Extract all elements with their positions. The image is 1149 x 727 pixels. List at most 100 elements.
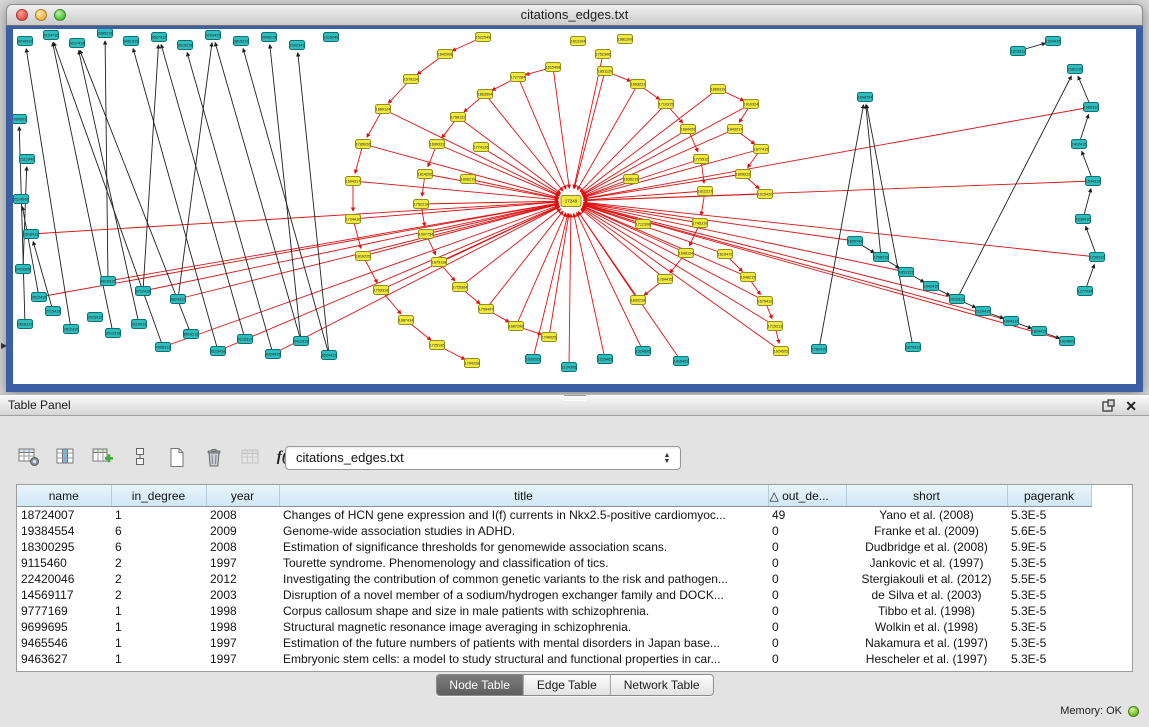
table-row[interactable]: 946362711997Embryonic stem cells: a mode… xyxy=(17,651,1091,667)
cell-in_degree[interactable]: 1 xyxy=(111,651,206,667)
import-table-button[interactable] xyxy=(88,442,118,472)
graph-edge[interactable] xyxy=(553,67,569,188)
table-row[interactable]: 946554611997Estimation of the future num… xyxy=(17,635,1091,651)
cell-in_degree[interactable]: 1 xyxy=(111,507,206,524)
table-row[interactable]: 977716911998Corpus callosum shape and si… xyxy=(17,603,1091,619)
cell-year[interactable]: 1997 xyxy=(206,635,279,651)
graph-edge[interactable] xyxy=(54,43,163,347)
cell-out_degree[interactable]: 0 xyxy=(768,635,846,651)
graph-edge[interactable] xyxy=(163,205,559,347)
graph-edge[interactable] xyxy=(460,209,561,287)
cell-short[interactable]: Stergiakouli et al. (2012) xyxy=(846,571,1007,587)
cell-name[interactable]: 18724007 xyxy=(17,507,111,524)
table-row[interactable]: 1830029562008Estimation of significance … xyxy=(17,539,1091,555)
column-header-pagerank[interactable]: pagerank xyxy=(1007,485,1091,507)
graph-edge[interactable] xyxy=(105,41,108,281)
graph-edge[interactable] xyxy=(582,129,688,194)
cell-pagerank[interactable]: 5.3E-5 xyxy=(1007,555,1091,571)
graph-edge[interactable] xyxy=(583,207,765,301)
cell-title[interactable]: Embryonic stem cells: a model to study s… xyxy=(279,651,768,667)
collapse-panel-arrow-icon[interactable]: ▶ xyxy=(1,341,7,350)
graph-edge[interactable] xyxy=(486,211,563,309)
cell-pagerank[interactable]: 5.5E-5 xyxy=(1007,571,1091,587)
cell-short[interactable]: Yano et al. (2008) xyxy=(846,507,1007,524)
rename-table-button[interactable] xyxy=(236,442,266,472)
graph-edge[interactable] xyxy=(577,84,638,190)
row-merge-button[interactable] xyxy=(125,442,155,472)
cell-year[interactable]: 2009 xyxy=(206,523,279,539)
cell-name[interactable]: 9699695 xyxy=(17,619,111,635)
cell-title[interactable]: Estimation of the future numbers of pati… xyxy=(279,635,768,651)
new-table-button[interactable] xyxy=(14,442,44,472)
graph-edge[interactable] xyxy=(819,105,864,349)
graph-edge[interactable] xyxy=(187,53,273,354)
delete-table-button[interactable] xyxy=(199,442,229,472)
graph-edge[interactable] xyxy=(584,203,855,241)
cell-name[interactable]: 18300295 xyxy=(17,539,111,555)
graph-edge[interactable] xyxy=(866,105,881,257)
tab-network-table[interactable]: Network Table xyxy=(611,675,713,695)
cell-out_degree[interactable]: 0 xyxy=(768,603,846,619)
cell-title[interactable]: Genome-wide association studies in ADHD. xyxy=(279,523,768,539)
cell-title[interactable]: Disruption of a novel member of a sodium… xyxy=(279,587,768,603)
graph-edge[interactable] xyxy=(26,49,71,329)
cell-out_degree[interactable]: 0 xyxy=(768,555,846,571)
cell-name[interactable]: 9115460 xyxy=(17,555,111,571)
combo-stepper-icon[interactable]: ▲▼ xyxy=(660,450,674,467)
cell-pagerank[interactable]: 5.3E-5 xyxy=(1007,619,1091,635)
cell-out_degree[interactable]: 49 xyxy=(768,507,846,524)
cell-name[interactable]: 19384554 xyxy=(17,523,111,539)
cell-in_degree[interactable]: 1 xyxy=(111,603,206,619)
graph-edge[interactable] xyxy=(569,214,571,367)
cell-name[interactable]: 14569117 xyxy=(17,587,111,603)
graph-edge[interactable] xyxy=(581,209,665,279)
cell-year[interactable]: 1997 xyxy=(206,651,279,667)
column-header-short[interactable]: short xyxy=(846,485,1007,507)
cell-title[interactable]: Investigating the contribution of common… xyxy=(279,571,768,587)
cell-pagerank[interactable]: 5.3E-5 xyxy=(1007,635,1091,651)
cell-short[interactable]: Tibbo et al. (1998) xyxy=(846,603,1007,619)
cell-title[interactable]: Changes of HCN gene expression and I(f) … xyxy=(279,507,768,524)
cell-short[interactable]: Hescheler et al. (1997) xyxy=(846,651,1007,667)
column-header-year[interactable]: year xyxy=(206,485,279,507)
attribute-table[interactable]: namein_degreeyeartitle△ out_de...shortpa… xyxy=(16,484,1133,672)
graph-edge[interactable] xyxy=(215,43,301,341)
network-canvas[interactable]: 1724916154081727284186350417581221690331… xyxy=(13,29,1136,384)
cell-name[interactable]: 9777169 xyxy=(17,603,111,619)
new-file-button[interactable] xyxy=(162,442,192,472)
cell-pagerank[interactable]: 5.3E-5 xyxy=(1007,587,1091,603)
column-header-in_degree[interactable]: in_degree xyxy=(111,485,206,507)
graph-edge[interactable] xyxy=(867,105,913,347)
column-header-out_degree[interactable]: △ out_de... xyxy=(768,485,846,507)
cell-short[interactable]: Wolkin et al. (1998) xyxy=(846,619,1007,635)
cell-short[interactable]: Dudbridge et al. (2008) xyxy=(846,539,1007,555)
cell-title[interactable]: Estimation of significance thresholds fo… xyxy=(279,539,768,555)
cell-year[interactable]: 2012 xyxy=(206,571,279,587)
cell-name[interactable]: 22420046 xyxy=(17,571,111,587)
table-row[interactable]: 1456911722003Disruption of a novel membe… xyxy=(17,587,1091,603)
cell-in_degree[interactable]: 2 xyxy=(111,571,206,587)
cell-out_degree[interactable]: 0 xyxy=(768,571,846,587)
graph-edge[interactable] xyxy=(582,104,751,195)
cell-year[interactable]: 1998 xyxy=(206,603,279,619)
show-column-button[interactable] xyxy=(51,442,81,472)
graph-edge[interactable] xyxy=(516,213,566,326)
graph-edge[interactable] xyxy=(270,45,301,341)
graph-edge[interactable] xyxy=(437,144,559,196)
table-row[interactable]: 1872400712008Changes of HCN gene express… xyxy=(17,507,1091,524)
cell-pagerank[interactable]: 5.3E-5 xyxy=(1007,651,1091,667)
cell-pagerank[interactable]: 5.3E-5 xyxy=(1007,507,1091,524)
cell-title[interactable]: Structural magnetic resonance image aver… xyxy=(279,619,768,635)
tab-node-table[interactable]: Node Table xyxy=(436,675,524,695)
cell-name[interactable]: 9463627 xyxy=(17,651,111,667)
cell-title[interactable]: Tourette syndrome. Phenomenology and cla… xyxy=(279,555,768,571)
cell-in_degree[interactable]: 2 xyxy=(111,587,206,603)
graph-edge[interactable] xyxy=(957,76,1071,299)
float-panel-icon[interactable] xyxy=(1102,399,1115,412)
cell-short[interactable]: de Silva et al. (2003) xyxy=(846,587,1007,603)
graph-edge[interactable] xyxy=(549,214,569,337)
table-row[interactable]: 2242004622012Investigating the contribut… xyxy=(17,571,1091,587)
graph-edge[interactable] xyxy=(298,53,329,355)
graph-edge[interactable] xyxy=(584,181,1093,201)
cell-in_degree[interactable]: 6 xyxy=(111,523,206,539)
